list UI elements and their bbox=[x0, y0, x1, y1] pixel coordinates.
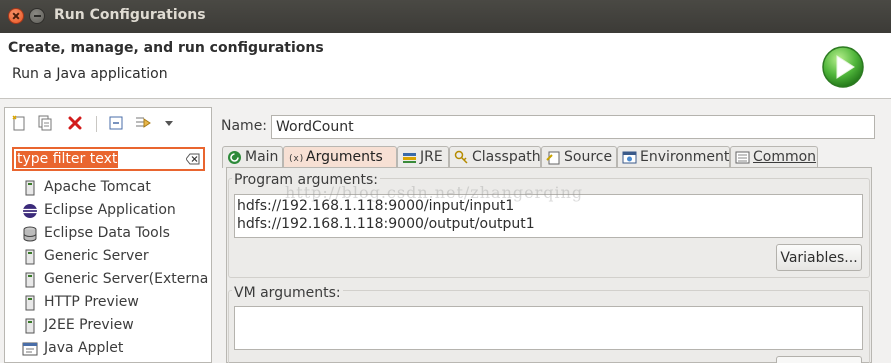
toolbar-separator bbox=[96, 116, 97, 132]
tree-item-label: Java Applet bbox=[44, 340, 124, 356]
close-icon[interactable] bbox=[8, 8, 24, 24]
vm-arguments-textarea[interactable] bbox=[234, 306, 863, 350]
tree-item-label: Generic Server(External bbox=[44, 271, 208, 287]
classpath-icon bbox=[454, 150, 468, 164]
tree-item-apache-tomcat[interactable]: Apache Tomcat bbox=[22, 178, 208, 198]
vm-variables-button[interactable] bbox=[776, 356, 862, 363]
delete-icon[interactable] bbox=[66, 114, 84, 132]
server-icon bbox=[25, 318, 35, 334]
server-icon bbox=[25, 180, 35, 196]
source-icon bbox=[546, 151, 560, 165]
tab-label: Main bbox=[245, 149, 279, 165]
tab-label: Classpath bbox=[472, 149, 541, 165]
tree-item-generic-server-external[interactable]: Generic Server(External bbox=[22, 270, 208, 290]
new-configuration-icon[interactable] bbox=[10, 114, 28, 132]
watermark: http://blog.csdn.net/zhangerqing bbox=[285, 183, 584, 202]
tab-label: Environment bbox=[640, 149, 730, 165]
banner-subtitle: Run a Java application bbox=[12, 66, 168, 82]
arguments-icon: (x)= bbox=[288, 154, 303, 164]
tree-item-label: HTTP Preview bbox=[44, 294, 139, 310]
vm-arguments-label: VM arguments: bbox=[232, 285, 343, 301]
tree-item-label: J2EE Preview bbox=[44, 317, 134, 333]
tab-label: Common bbox=[753, 149, 817, 165]
common-icon bbox=[735, 151, 750, 164]
window-title: Run Configurations bbox=[54, 7, 206, 23]
filter-icon[interactable] bbox=[134, 114, 152, 132]
tree-item-eclipse-application[interactable]: Eclipse Application bbox=[22, 201, 208, 221]
banner-heading: Create, manage, and run configurations bbox=[8, 40, 324, 56]
tree-item-label: Apache Tomcat bbox=[44, 179, 151, 195]
run-play-icon bbox=[822, 46, 864, 88]
environment-icon bbox=[622, 151, 637, 164]
duplicate-icon[interactable] bbox=[36, 114, 54, 132]
tree-item-label: Eclipse Data Tools bbox=[44, 225, 170, 241]
server-icon bbox=[25, 249, 35, 265]
filter-input[interactable]: type filter text bbox=[12, 147, 205, 171]
tab-common[interactable]: Common bbox=[730, 146, 818, 168]
tree-item-label: Generic Server bbox=[44, 248, 149, 264]
tree-item-generic-server[interactable]: Generic Server bbox=[22, 247, 208, 267]
tree-item-http-preview[interactable]: HTTP Preview bbox=[22, 293, 208, 313]
name-field[interactable] bbox=[271, 115, 875, 139]
filter-placeholder: type filter text bbox=[16, 151, 119, 168]
minimize-icon[interactable] bbox=[29, 8, 45, 24]
collapse-all-icon[interactable] bbox=[107, 114, 125, 132]
tree-item-java-applet[interactable]: Java Applet bbox=[22, 339, 208, 359]
variables-button[interactable]: Variables... bbox=[776, 244, 862, 271]
title-bar: Run Configurations bbox=[0, 0, 891, 33]
tree-item-j2ee-preview[interactable]: J2EE Preview bbox=[22, 316, 208, 336]
tab-label: Arguments bbox=[306, 149, 383, 165]
header-banner: Create, manage, and run configurations R… bbox=[0, 33, 891, 99]
name-label: Name: bbox=[221, 118, 268, 134]
tab-arguments[interactable]: (x)= Arguments bbox=[283, 146, 397, 168]
eclipse-icon bbox=[23, 204, 37, 218]
tab-main[interactable]: Main bbox=[222, 146, 283, 168]
svg-text:(x)=: (x)= bbox=[288, 154, 303, 164]
database-icon bbox=[23, 226, 37, 242]
tab-environment[interactable]: Environment bbox=[617, 146, 730, 168]
chevron-down-icon[interactable] bbox=[160, 114, 178, 132]
server-icon bbox=[25, 295, 35, 311]
server-icon bbox=[25, 272, 35, 288]
tab-label: JRE bbox=[420, 149, 443, 165]
tree-item-label: Eclipse Application bbox=[44, 202, 176, 218]
clear-icon[interactable] bbox=[186, 153, 200, 165]
tree-item-eclipse-data-tools[interactable]: Eclipse Data Tools bbox=[22, 224, 208, 244]
tab-jre[interactable]: JRE bbox=[397, 146, 449, 168]
jre-icon bbox=[403, 153, 416, 163]
tab-classpath[interactable]: Classpath bbox=[449, 146, 541, 168]
tab-source[interactable]: Source bbox=[541, 146, 617, 168]
program-argument-line: hdfs://192.168.1.118:9000/output/output1 bbox=[237, 216, 535, 232]
tab-label: Source bbox=[564, 149, 613, 165]
main-tab-icon bbox=[228, 151, 241, 164]
applet-icon bbox=[22, 342, 38, 356]
